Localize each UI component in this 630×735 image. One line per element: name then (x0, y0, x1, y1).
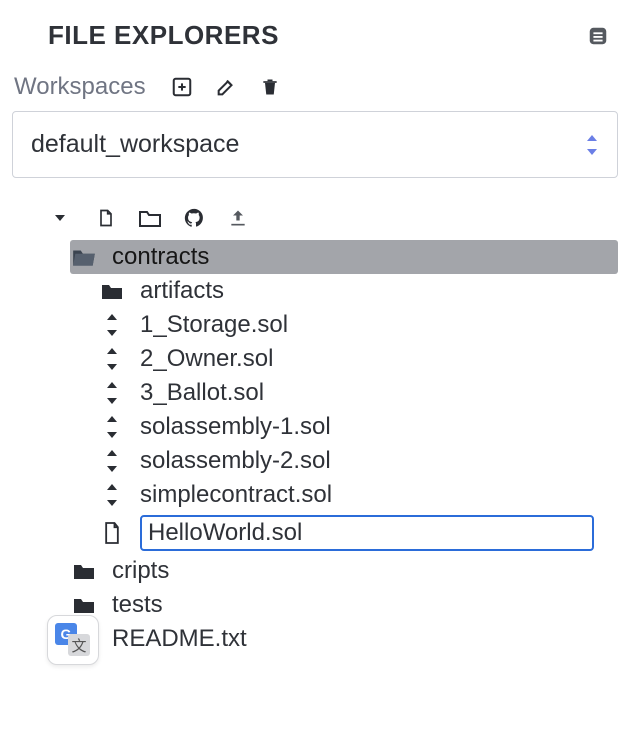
workspace-select[interactable]: default_workspace (12, 111, 618, 178)
folder-item-scripts[interactable]: cripts (70, 554, 618, 588)
delete-workspace-icon[interactable] (256, 73, 284, 101)
filename-input[interactable] (140, 515, 594, 551)
solidity-file-icon (98, 382, 126, 404)
tree-item-label: 2_Owner.sol (140, 345, 273, 373)
folder-icon (70, 561, 98, 581)
select-arrows-icon (585, 135, 599, 155)
tree-item-label: contracts (112, 243, 209, 271)
workspaces-label: Workspaces (14, 73, 146, 101)
rename-workspace-icon[interactable] (212, 73, 240, 101)
folder-item-artifacts[interactable]: artifacts (98, 274, 618, 308)
solidity-file-icon (98, 416, 126, 438)
tree-item-label: cripts (112, 557, 169, 585)
folder-item-tests[interactable]: tests (70, 588, 618, 622)
folder-open-icon (70, 246, 98, 268)
svg-text:文: 文 (71, 638, 86, 655)
folder-icon (98, 281, 126, 301)
file-item-ballot[interactable]: 3_Ballot.sol (98, 376, 618, 410)
file-item-editing[interactable] (98, 512, 618, 554)
new-file-icon[interactable] (92, 204, 120, 232)
solidity-file-icon (98, 484, 126, 506)
solidity-file-icon (98, 450, 126, 472)
file-item-readme[interactable]: README.txt (70, 622, 618, 656)
file-item-simplecontract[interactable]: simplecontract.sol (98, 478, 618, 512)
file-icon (98, 521, 126, 545)
folder-item-contracts[interactable]: contracts (70, 240, 618, 274)
google-translate-badge[interactable]: G 文 (47, 615, 99, 665)
file-item-solassembly-1[interactable]: solassembly-1.sol (98, 410, 618, 444)
folder-icon (70, 595, 98, 615)
tree-item-label: solassembly-2.sol (140, 447, 331, 475)
collapse-all-icon[interactable] (54, 208, 66, 229)
file-item-solassembly-2[interactable]: solassembly-2.sol (98, 444, 618, 478)
tree-item-label: artifacts (140, 277, 224, 305)
new-folder-icon[interactable] (136, 204, 164, 232)
solidity-file-icon (98, 348, 126, 370)
tree-item-label: README.txt (112, 625, 247, 653)
workspace-select-value: default_workspace (31, 130, 585, 159)
github-icon[interactable] (180, 204, 208, 232)
solidity-file-icon (98, 314, 126, 336)
file-item-storage[interactable]: 1_Storage.sol (98, 308, 618, 342)
panel-title: FILE EXPLORERS (48, 20, 279, 51)
file-item-owner[interactable]: 2_Owner.sol (98, 342, 618, 376)
panel-options-icon[interactable] (584, 22, 612, 50)
tree-item-label: tests (112, 591, 163, 619)
add-workspace-icon[interactable] (168, 73, 196, 101)
tree-item-label: 3_Ballot.sol (140, 379, 264, 407)
tree-item-label: solassembly-1.sol (140, 413, 331, 441)
tree-item-label: 1_Storage.sol (140, 311, 288, 339)
tree-item-label: simplecontract.sol (140, 481, 332, 509)
upload-icon[interactable] (224, 204, 252, 232)
